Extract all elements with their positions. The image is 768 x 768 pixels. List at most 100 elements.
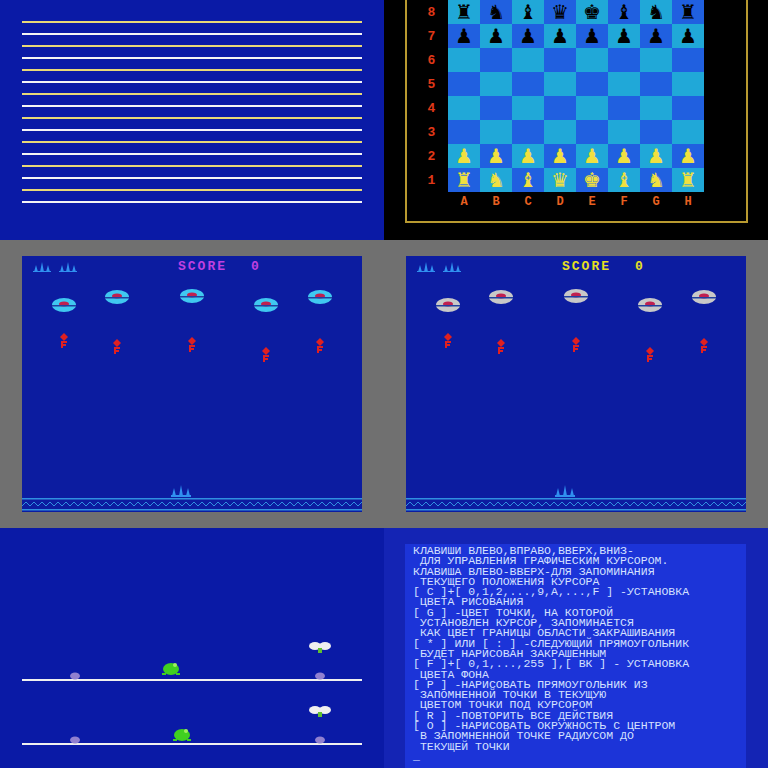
board-square[interactable] xyxy=(640,96,672,120)
line-pair xyxy=(22,165,362,179)
board-square[interactable]: ♟ xyxy=(608,24,640,48)
score-value: 0 xyxy=(251,259,261,274)
rank-label: 1 xyxy=(407,168,448,192)
board-square[interactable]: ♝ xyxy=(608,0,640,24)
board-square[interactable] xyxy=(576,96,608,120)
board-square[interactable]: ♟ xyxy=(672,24,704,48)
board-square[interactable] xyxy=(512,120,544,144)
score: SCORE0 xyxy=(178,259,261,274)
floor-line xyxy=(22,679,362,681)
board-square[interactable]: ♟ xyxy=(480,144,512,168)
line-pair xyxy=(22,93,362,107)
life-icon xyxy=(58,260,78,272)
board-square[interactable] xyxy=(576,120,608,144)
corner xyxy=(407,192,448,214)
help-screen: КЛАВИШИ ВЛЕВО,ВПРАВО,ВВЕРХ,ВНИЗ- ДЛЯ УПР… xyxy=(384,528,768,768)
game-field xyxy=(22,276,362,512)
board-square[interactable]: ♞ xyxy=(480,168,512,192)
board-square[interactable]: ♜ xyxy=(448,0,480,24)
saucer-icon xyxy=(692,290,716,304)
game-display: SCORE0 xyxy=(406,256,746,512)
file-label: E xyxy=(576,192,608,214)
board-square[interactable] xyxy=(448,120,480,144)
line xyxy=(22,153,362,155)
file-label: A xyxy=(448,192,480,214)
board-square[interactable] xyxy=(608,48,640,72)
board-square[interactable] xyxy=(448,72,480,96)
board-square[interactable]: ♟ xyxy=(544,24,576,48)
board-square[interactable] xyxy=(672,48,704,72)
board-square[interactable]: ♝ xyxy=(512,0,544,24)
board-row xyxy=(448,72,704,96)
rank-label: 3 xyxy=(407,120,448,144)
board-square[interactable]: ♜ xyxy=(672,0,704,24)
board-square[interactable]: ♝ xyxy=(512,168,544,192)
lives xyxy=(32,260,78,272)
help-line: ЦВЕТА ФОНА xyxy=(413,670,738,680)
board-square[interactable] xyxy=(640,48,672,72)
board-square[interactable]: ♟ xyxy=(544,144,576,168)
help-line: [ C ]+[ 0,1,2,...,9,A,...,F ] -УСТАНОВКА xyxy=(413,587,738,597)
board-square[interactable] xyxy=(448,96,480,120)
board-square[interactable]: ♟ xyxy=(672,144,704,168)
board-square[interactable] xyxy=(608,120,640,144)
file-label: G xyxy=(640,192,672,214)
board-square[interactable] xyxy=(544,48,576,72)
file-label: F xyxy=(608,192,640,214)
board-square[interactable] xyxy=(672,96,704,120)
board-square[interactable] xyxy=(512,96,544,120)
board-square[interactable] xyxy=(480,120,512,144)
bomb-icon xyxy=(316,338,324,353)
file-label: H xyxy=(672,192,704,214)
board-square[interactable] xyxy=(672,120,704,144)
board-square[interactable]: ♛ xyxy=(544,168,576,192)
board-square[interactable]: ♜ xyxy=(672,168,704,192)
board-square[interactable]: ♞ xyxy=(640,168,672,192)
board-square[interactable]: ♟ xyxy=(640,144,672,168)
score: SCORE0 xyxy=(562,259,645,274)
line xyxy=(22,93,362,95)
board-square[interactable]: ♟ xyxy=(640,24,672,48)
board-square[interactable] xyxy=(544,72,576,96)
board-square[interactable] xyxy=(576,72,608,96)
board-square[interactable] xyxy=(544,120,576,144)
line-pair xyxy=(22,69,362,83)
bomb-icon xyxy=(262,347,270,362)
board-square[interactable]: ♟ xyxy=(448,24,480,48)
board-square[interactable] xyxy=(672,72,704,96)
board-square[interactable] xyxy=(608,96,640,120)
board-square[interactable]: ♟ xyxy=(512,144,544,168)
board-square[interactable]: ♚ xyxy=(576,168,608,192)
board-square[interactable]: ♞ xyxy=(640,0,672,24)
board-square[interactable]: ♝ xyxy=(608,168,640,192)
board-square[interactable] xyxy=(448,48,480,72)
board-square[interactable] xyxy=(512,72,544,96)
board-square[interactable] xyxy=(512,48,544,72)
line xyxy=(22,45,362,47)
help-line: ТЕКУЩЕГО ПОЛОЖЕНИЯ КУРСОРА xyxy=(413,577,738,587)
board-square[interactable]: ♟ xyxy=(480,24,512,48)
board-square[interactable]: ♟ xyxy=(576,144,608,168)
board-square[interactable] xyxy=(640,72,672,96)
board-square[interactable]: ♜ xyxy=(448,168,480,192)
board-square[interactable] xyxy=(576,48,608,72)
board-square[interactable]: ♟ xyxy=(512,24,544,48)
board-square[interactable]: ♟ xyxy=(448,144,480,168)
board-square[interactable] xyxy=(480,96,512,120)
line-pair xyxy=(22,21,362,35)
board-square[interactable]: ♟ xyxy=(576,24,608,48)
board-square[interactable]: ♞ xyxy=(480,0,512,24)
board-square[interactable] xyxy=(480,48,512,72)
board-square[interactable]: ♛ xyxy=(544,0,576,24)
board-square[interactable]: ♟ xyxy=(608,144,640,168)
score-label: SCORE xyxy=(562,259,611,274)
line xyxy=(22,129,362,131)
help-line: КЛАВИША ВЛЕВО-ВВЕРХ-ДЛЯ ЗАПОМИНАНИЯ xyxy=(413,567,738,577)
help-line: [ P ] -НАРИСОВАТЬ ПРЯМОУГОЛЬНИК ИЗ xyxy=(413,680,738,690)
board-square[interactable] xyxy=(544,96,576,120)
board-square[interactable] xyxy=(640,120,672,144)
bomb-icon xyxy=(60,333,68,348)
board-square[interactable] xyxy=(480,72,512,96)
board-square[interactable] xyxy=(608,72,640,96)
board-square[interactable]: ♚ xyxy=(576,0,608,24)
